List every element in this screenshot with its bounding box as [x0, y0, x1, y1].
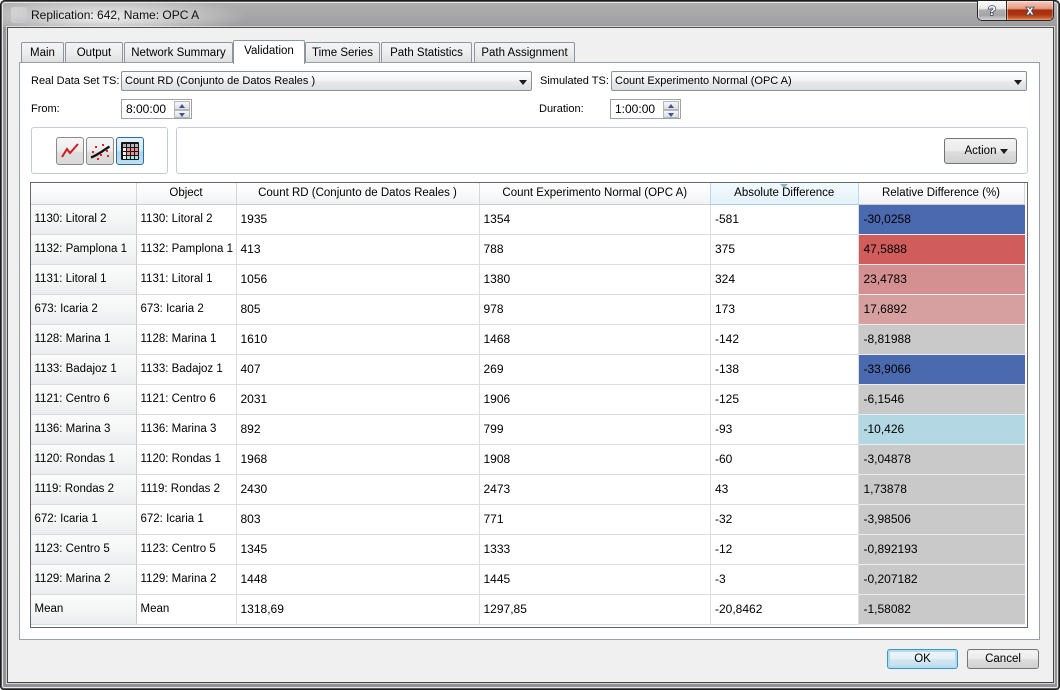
- svg-text:x: x: [1027, 4, 1034, 18]
- svg-text:?: ?: [988, 3, 996, 18]
